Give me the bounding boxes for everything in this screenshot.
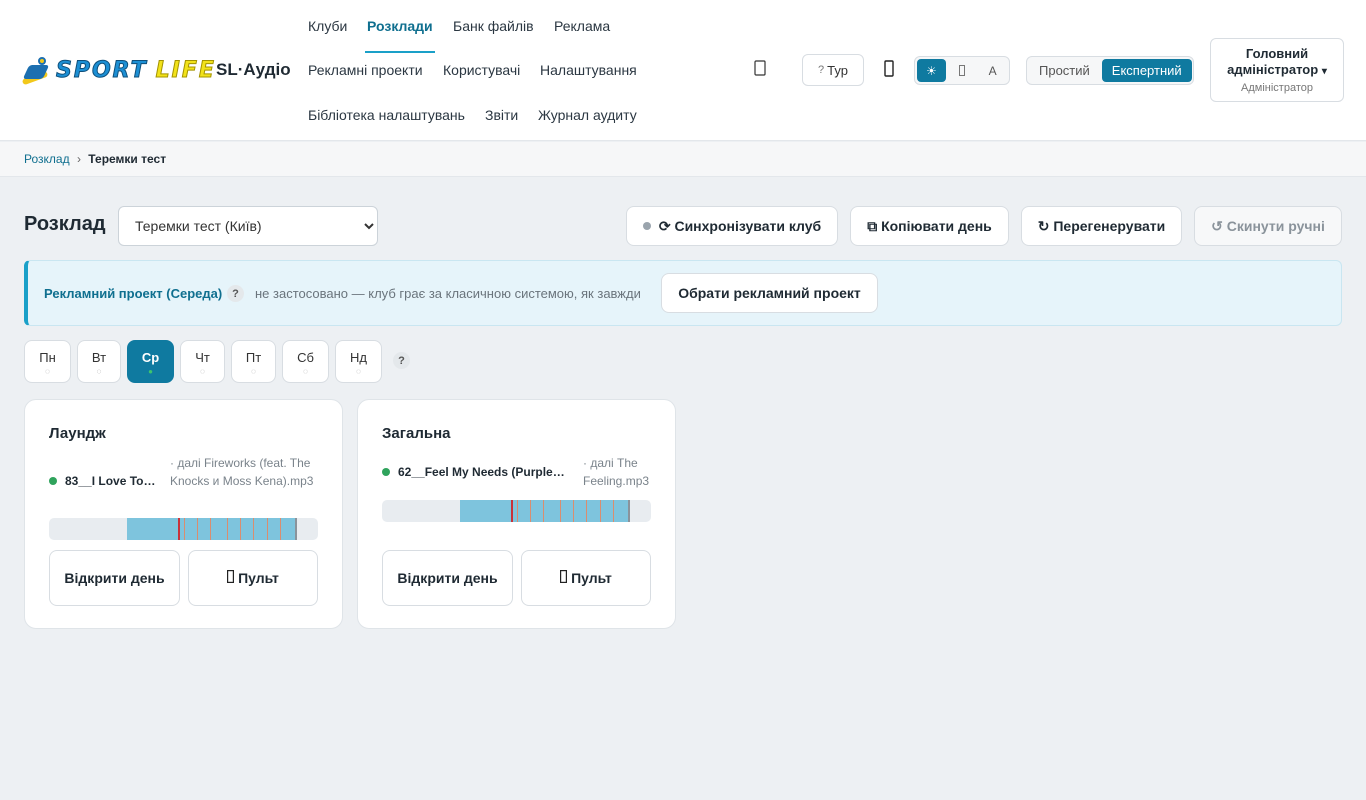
next-track: · далі Fireworks (feat. The Knocks и Mos… bbox=[170, 456, 314, 488]
timeline-now-marker bbox=[511, 500, 514, 522]
reset-manual-button[interactable]: ↺ Скинути ручні bbox=[1194, 206, 1342, 246]
timeline-track-marker bbox=[586, 500, 588, 522]
mode-simple[interactable]: Простий bbox=[1029, 59, 1100, 82]
nav-settings-library[interactable]: Бібліотека налаштувань bbox=[308, 107, 465, 123]
zone-card-lounge: Лаундж 83__I Love To… · далі Fireworks (… bbox=[24, 399, 343, 629]
timeline-track-marker bbox=[572, 500, 574, 522]
breadcrumb-separator: › bbox=[76, 152, 81, 166]
timeline-scheduled-block bbox=[127, 518, 297, 540]
timeline-track-marker bbox=[559, 500, 561, 522]
app-name: SL·Аудіо bbox=[216, 60, 291, 79]
ad-project-banner: Рекламний проект (Середа) ? не застосова… bbox=[24, 260, 1342, 326]
breadcrumb-root[interactable]: Розклад bbox=[24, 152, 70, 166]
timeline-track-marker bbox=[253, 518, 255, 540]
day-tab-wed[interactable]: Ср ● bbox=[127, 340, 174, 383]
day-tab-mon[interactable]: Пн ◌ bbox=[24, 340, 71, 383]
regenerate-button[interactable]: ↻ Перегенерувати bbox=[1021, 206, 1182, 246]
runner-icon bbox=[21, 55, 52, 86]
ad-project-title: Рекламний проект (Середа) bbox=[44, 286, 223, 301]
day-tab-tue[interactable]: Вт ◌ bbox=[77, 340, 121, 383]
help-icon[interactable]: ? bbox=[393, 352, 410, 369]
theme-switcher: ☀ A bbox=[914, 56, 1010, 85]
timeline-track-marker bbox=[543, 500, 545, 522]
playing-status-dot bbox=[382, 468, 390, 476]
timeline-track-marker bbox=[529, 500, 531, 522]
logo-wordmark: SPORT LIFE bbox=[56, 57, 216, 83]
timeline-end-marker bbox=[628, 500, 631, 522]
timeline-track-marker bbox=[613, 500, 615, 522]
breadcrumb: Розклад › Теремки тест bbox=[0, 142, 1366, 177]
open-day-button[interactable]: Відкрити день bbox=[382, 550, 513, 606]
timeline-track-marker bbox=[183, 518, 185, 540]
chevron-down-icon: ▾ bbox=[1321, 66, 1327, 77]
day-tab-sat[interactable]: Сб ◌ bbox=[282, 340, 329, 383]
timeline-now-marker bbox=[178, 518, 181, 540]
dark-theme-icon[interactable] bbox=[948, 59, 977, 82]
remote-button[interactable]: Пульт bbox=[188, 550, 318, 606]
user-role: Адміністратор bbox=[1241, 82, 1313, 94]
timeline-track-marker bbox=[196, 518, 198, 540]
mode-expert[interactable]: Експертний bbox=[1101, 59, 1192, 82]
zone-timeline[interactable] bbox=[49, 518, 318, 540]
timeline-track-marker bbox=[226, 518, 228, 540]
timeline-track-marker bbox=[516, 500, 518, 522]
zone-timeline[interactable] bbox=[382, 500, 651, 522]
day-tab-fri[interactable]: Пт ◌ bbox=[231, 340, 276, 383]
timeline-track-marker bbox=[599, 500, 601, 522]
day-tab-thu[interactable]: Чт ◌ bbox=[180, 340, 225, 383]
nav-active-indicator bbox=[365, 51, 435, 53]
nav-audit-log[interactable]: Журнал аудиту bbox=[538, 107, 637, 123]
nav-reports[interactable]: Звіти bbox=[485, 107, 518, 123]
top-header: SPORT LIFE SL·Аудіо Клуби Розклади Банк ф… bbox=[0, 0, 1366, 141]
nav-clubs[interactable]: Клуби bbox=[308, 18, 347, 34]
nav-settings[interactable]: Налаштування bbox=[540, 62, 637, 78]
nav-schedules[interactable]: Розклади bbox=[367, 18, 433, 34]
remote-button[interactable]: Пульт bbox=[521, 550, 651, 606]
club-select[interactable]: Теремки тест (Київ) bbox=[118, 206, 378, 246]
timeline-track-marker bbox=[280, 518, 282, 540]
zone-title: Лаундж bbox=[49, 425, 106, 442]
timeline-track-marker bbox=[266, 518, 268, 540]
next-track: · далі The Feeling.mp3 bbox=[583, 456, 650, 488]
now-playing-track: 62__Feel My Needs (Purple… bbox=[398, 465, 565, 479]
copy-day-button[interactable]: ⧉ Копіювати день bbox=[850, 206, 1009, 246]
nav-file-bank[interactable]: Банк файлів bbox=[453, 18, 534, 34]
sync-club-button[interactable]: ⟳ Синхронізувати клуб bbox=[626, 206, 838, 246]
now-playing-track: 83__I Love To… bbox=[65, 474, 156, 488]
light-theme-icon[interactable]: ☀ bbox=[917, 59, 946, 82]
help-icon: ? bbox=[818, 64, 825, 76]
ad-project-status: не застосовано — клуб грає за класичною … bbox=[255, 286, 641, 301]
phone-icon[interactable] bbox=[884, 60, 894, 81]
tour-button[interactable]: ? Тур bbox=[802, 54, 864, 86]
timeline-track-marker bbox=[239, 518, 241, 540]
bell-icon[interactable] bbox=[754, 60, 766, 80]
day-tab-sun[interactable]: Нд ◌ bbox=[335, 340, 382, 383]
mode-switcher: Простий Експертний bbox=[1026, 56, 1194, 85]
playing-status-dot bbox=[49, 477, 57, 485]
sync-status-dot bbox=[642, 222, 651, 230]
nav-users[interactable]: Користувачі bbox=[443, 62, 520, 78]
timeline-end-marker bbox=[295, 518, 298, 540]
zone-title: Загальна bbox=[382, 425, 451, 442]
zone-card-general: Загальна 62__Feel My Needs (Purple… · да… bbox=[357, 399, 676, 629]
user-menu[interactable]: Головний адміністратор ▾ Адміністратор bbox=[1210, 38, 1344, 102]
timeline-scheduled-block bbox=[460, 500, 630, 522]
nav-advertising[interactable]: Реклама bbox=[554, 18, 610, 34]
choose-ad-project-button[interactable]: Обрати рекламний проект bbox=[661, 273, 878, 313]
open-day-button[interactable]: Відкрити день bbox=[49, 550, 180, 606]
breadcrumb-current: Теремки тест bbox=[88, 152, 167, 166]
remote-icon bbox=[560, 570, 568, 586]
user-name: Головний адміністратор ▾ bbox=[1227, 46, 1327, 77]
sport-life-logo[interactable]: SPORT LIFE bbox=[21, 55, 216, 86]
help-icon[interactable]: ? bbox=[227, 285, 244, 302]
auto-theme-button[interactable]: A bbox=[978, 59, 1007, 82]
nav-ad-projects[interactable]: Рекламні проекти bbox=[308, 62, 423, 78]
remote-icon bbox=[227, 570, 235, 586]
timeline-track-marker bbox=[210, 518, 212, 540]
page-title: Розклад bbox=[24, 213, 106, 235]
